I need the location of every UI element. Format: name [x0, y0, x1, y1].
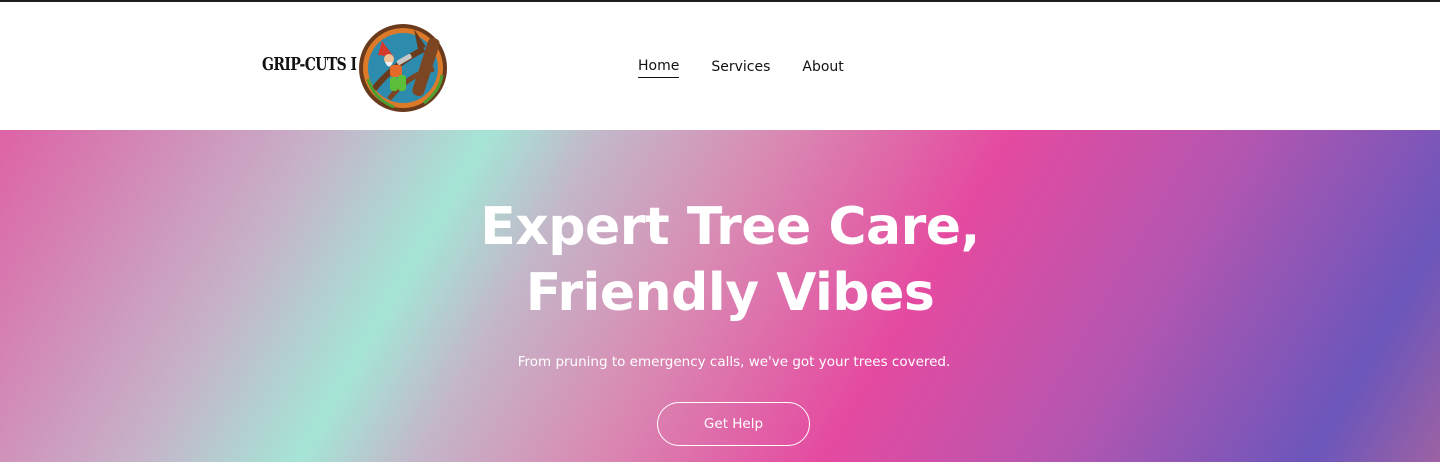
hero-subtitle: From pruning to emergency calls, we've g…	[517, 353, 951, 370]
nav-services-link[interactable]: Services	[711, 58, 770, 78]
hero-title: Expert Tree Care, Friendly Vibes	[0, 194, 1440, 326]
nav-about-link[interactable]: About	[802, 58, 843, 78]
hero-section: Expert Tree Care, Friendly Vibes From pr…	[0, 130, 1440, 462]
gnome-climbing-tree-logo-icon	[356, 21, 450, 115]
site-logo[interactable]: GRIP-CUTS LLC	[262, 19, 456, 117]
hero-title-line-1: Expert Tree Care,	[480, 197, 980, 257]
nav-home-link[interactable]: Home	[638, 57, 680, 78]
get-help-button[interactable]: Get Help	[657, 402, 810, 446]
hero-title-line-2: Friendly Vibes	[525, 263, 935, 323]
main-nav: Home Services About	[638, 57, 844, 78]
site-header: GRIP-CUTS LLC Home Services About	[0, 2, 1440, 130]
